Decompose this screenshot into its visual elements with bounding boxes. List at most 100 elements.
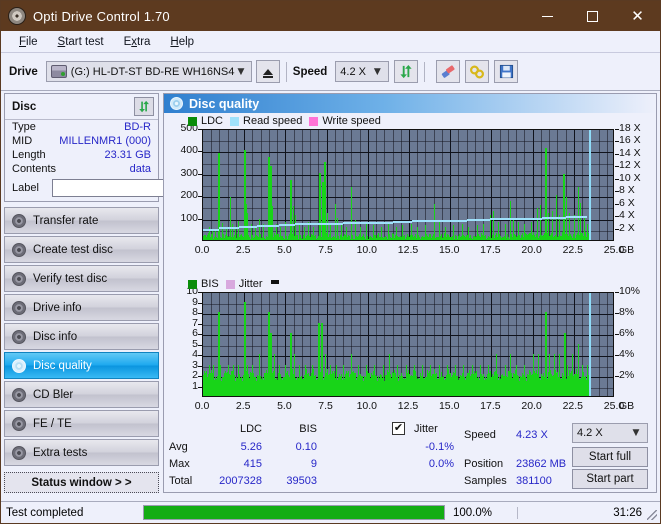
chart-bar-peak (295, 215, 296, 240)
y-axis-tick-mark (198, 344, 202, 346)
bis-plot-area[interactable] (202, 292, 614, 397)
sidebar-item-label: Disc info (33, 330, 78, 343)
menu-item-start-test[interactable]: Start test (48, 34, 114, 50)
refresh-icon (400, 64, 412, 79)
refresh-button[interactable] (394, 60, 419, 83)
y2-axis-tick-label: 10% (619, 285, 641, 297)
chart-bar-peak (453, 225, 454, 240)
y2-axis-tick-label: 8 X (619, 184, 635, 197)
menu-item-file[interactable]: File (9, 34, 48, 50)
nav-list: Transfer rate Create test disc Verify te… (4, 207, 159, 466)
chart-bar-peak (524, 364, 525, 396)
chart-bar-peak (321, 322, 323, 396)
chart-bar-peak (430, 364, 431, 396)
grid-line-vertical (425, 130, 426, 240)
menu-item-help[interactable]: Help (160, 34, 204, 50)
close-button[interactable]: ✕ (615, 1, 660, 31)
x-axis-unit-label: GB (619, 400, 635, 412)
chart-bar-peak (578, 343, 579, 396)
menu-item-extra[interactable]: Extra (114, 34, 161, 50)
sidebar-item-verify-test-disc[interactable]: Verify test disc (4, 265, 159, 292)
jitter-avg-value: -0.1% (425, 441, 454, 453)
ldc-chart: LDC Read speed Write speed 100 200 300 400 5… (164, 113, 656, 278)
read-speed-line (318, 222, 344, 225)
minimize-button[interactable] (525, 1, 570, 31)
chart-bar-peak (510, 354, 511, 396)
stats-row-avg: Avg (169, 441, 188, 453)
read-speed-line (565, 215, 587, 218)
disc-box-header: Disc (5, 94, 158, 120)
chart-bar-peak (259, 354, 260, 396)
chart-bar-peak (330, 224, 331, 240)
ldc-plot-area[interactable] (202, 129, 614, 241)
disc-label-row: Label (5, 176, 253, 201)
chart-bar-peak (330, 364, 331, 396)
disc-info-box: Disc Type BD-R MID MILLENMR1 (000) Lengt… (4, 93, 253, 202)
statistics-panel: LDC BIS Avg 5.26 0.10 Max 415 9 Total 20… (164, 420, 656, 492)
chart-bar-peak (252, 364, 253, 396)
disc-mid-value: MILLENMR1 (000) (59, 135, 151, 147)
status-bar: Test completed 100.0% 31:26 (1, 501, 660, 523)
sidebar-item-disc-info[interactable]: Disc info (4, 323, 159, 350)
jitter-checkbox[interactable]: ✔ (392, 422, 405, 435)
chart-bar-peak (493, 210, 494, 240)
speed-select[interactable]: 4.2 X ▼ (335, 61, 390, 82)
sidebar-item-transfer-rate[interactable]: Transfer rate (4, 207, 159, 234)
sidebar-item-fe-te[interactable]: FE / TE (4, 410, 159, 437)
grid-line-horizontal (203, 152, 613, 153)
chart-bar-peak (383, 364, 384, 396)
y-axis-tick-mark (198, 365, 202, 367)
sidebar-item-label: Extra tests (33, 446, 88, 459)
sidebar-item-extra-tests[interactable]: Extra tests (4, 439, 159, 466)
x-axis-tick-label: 20.0 (521, 244, 542, 256)
chart-bar-peak (411, 224, 412, 240)
y-axis-tick-mark (198, 302, 202, 304)
sidebar-item-disc-quality[interactable]: Disc quality (4, 352, 159, 379)
chart-bar-peak (447, 364, 448, 396)
disc-quality-panel: Disc quality LDC Read speed Write speed … (163, 93, 657, 493)
chart-bar-peak (510, 200, 511, 240)
chart-bar-peak (513, 217, 514, 240)
tools-button[interactable] (465, 60, 490, 83)
y-axis-tick-label: 100 (180, 211, 198, 224)
chart-bar-peak (582, 364, 583, 396)
start-part-button[interactable]: Start part (572, 469, 648, 489)
chart-bar-peak (537, 207, 538, 240)
chart-bar-peak (402, 225, 403, 240)
stats-total-ldc: 2007328 (219, 475, 262, 487)
sidebar-item-drive-info[interactable]: Drive info (4, 294, 159, 321)
grid-line-horizontal (203, 314, 613, 315)
eject-button[interactable] (255, 60, 280, 83)
disc-length-label: Length (12, 149, 46, 161)
y2-axis-tick-mark (615, 355, 619, 356)
chart-bar-peak (220, 364, 221, 396)
chart-bar-peak (224, 375, 225, 396)
x-axis-tick-label: 5.0 (277, 400, 292, 412)
x-axis-tick-label: 0.0 (194, 400, 210, 412)
status-window-button[interactable]: Status window > > (4, 472, 159, 493)
chevron-down-icon: ▼ (373, 66, 381, 77)
x-axis-tick-label: 17.5 (480, 400, 501, 412)
disc-icon (12, 445, 26, 460)
drive-select[interactable]: (G:) HL-DT-ST BD-RE WH16NS48 1.D3 ▼ (45, 61, 252, 82)
legend-label-ldc: LDC (201, 115, 224, 127)
maximize-button[interactable] (570, 1, 615, 31)
disc-refresh-button[interactable] (134, 97, 154, 116)
sidebar-item-create-test-disc[interactable]: Create test disc (4, 236, 159, 263)
y-axis-tick-label: 5 (192, 337, 198, 350)
start-full-button[interactable]: Start full (572, 447, 648, 467)
y-axis-tick-label: 1 (192, 379, 198, 392)
test-speed-select[interactable]: 4.2 X ▼ (572, 423, 648, 443)
grid-line-vertical (450, 130, 451, 240)
x-axis-tick-label: 20.0 (521, 400, 542, 412)
chart-bar-peak (480, 364, 481, 396)
grid-line-vertical (549, 130, 550, 240)
erase-button[interactable] (436, 60, 461, 83)
y2-axis-tick-label: 2 X (619, 221, 635, 234)
app-window: Opti Drive Control 1.70 ✕ File Start tes… (0, 0, 661, 524)
grid-line-vertical (475, 130, 476, 240)
x-axis-tick-label: 2.5 (235, 400, 251, 412)
save-button[interactable] (494, 60, 519, 83)
resize-grip-icon[interactable] (647, 510, 657, 520)
sidebar-item-cd-bler[interactable]: CD Bler (4, 381, 159, 408)
